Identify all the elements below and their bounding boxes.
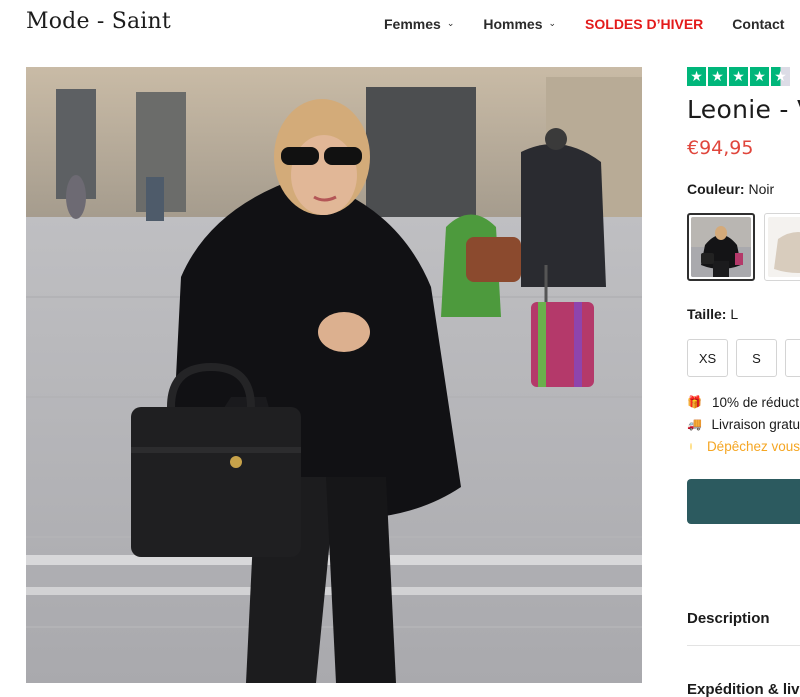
star-icon: ★ <box>729 67 748 86</box>
accordion-description-label: Description <box>687 610 770 627</box>
dot-icon <box>690 442 692 450</box>
product-info-panel: ★ ★ ★ ★ ★ Leonie - V €94,95 Couleur: Noi… <box>687 67 800 697</box>
size-s-button[interactable]: S <box>736 339 777 377</box>
color-label: Couleur: <box>687 181 745 197</box>
star-icon: ★ <box>708 67 727 86</box>
accordion-shipping[interactable]: Expédition & liv <box>687 681 800 697</box>
perk-discount: 🎁 10% de réduct <box>687 391 800 413</box>
product-main-image[interactable] <box>26 67 642 683</box>
product-price: €94,95 <box>687 137 754 159</box>
nav-contact-label: Contact <box>732 16 785 32</box>
swatch-noir-image <box>691 217 751 277</box>
color-value: Noir <box>748 181 775 197</box>
product-photo <box>26 67 642 683</box>
nav-contact[interactable]: Contact <box>732 16 784 32</box>
size-m-button[interactable] <box>785 339 800 377</box>
nav-hommes-label: Hommes <box>483 16 543 32</box>
accordion-description[interactable]: Description <box>687 610 800 646</box>
size-label: Taille: <box>687 306 727 322</box>
perk-urgency-text: Dépêchez vous <box>706 438 800 454</box>
main-nav: Femmes ⌄ Hommes ⌄ SOLDES D’HIVER Contact… <box>384 16 800 32</box>
swatch-beige[interactable] <box>764 213 800 281</box>
size-selector: XS S <box>687 339 800 377</box>
star-icon: ★ <box>750 67 769 86</box>
color-option-label: Couleur: Noir <box>687 181 800 197</box>
product-title: Leonie - V <box>687 95 800 124</box>
perk-urgency: Dépêchez vous <box>687 435 800 457</box>
perk-shipping-text: Livraison gratu <box>711 416 800 432</box>
star-icon: ★ <box>687 67 706 86</box>
site-logo[interactable]: Mode - Saint <box>26 9 171 34</box>
chevron-down-icon: ⌄ <box>548 17 557 28</box>
rating-stars: ★ ★ ★ ★ ★ <box>687 67 800 86</box>
nav-femmes[interactable]: Femmes ⌄ <box>384 16 454 32</box>
swatch-beige-image <box>768 217 800 277</box>
perk-shipping: 🚚 Livraison gratu <box>687 413 800 435</box>
site-header: Mode - Saint Femmes ⌄ Hommes ⌄ SOLDES D’… <box>0 0 800 50</box>
star-half-icon: ★ <box>771 67 790 86</box>
nav-soldes-label: SOLDES D’HIVER <box>585 16 704 32</box>
perk-discount-text: 10% de réduct <box>712 394 800 410</box>
nav-soldes[interactable]: SOLDES D’HIVER <box>585 16 703 32</box>
color-swatches <box>687 213 800 281</box>
perks-list: 🎁 10% de réduct 🚚 Livraison gratu Dépêch… <box>687 391 800 457</box>
accordion-shipping-label: Expédition & liv <box>687 681 800 697</box>
nav-femmes-label: Femmes <box>384 16 441 32</box>
size-option-label: Taille: L <box>687 306 800 322</box>
gift-icon: 🎁 <box>687 395 702 409</box>
size-value: L <box>730 306 739 322</box>
chevron-down-icon: ⌄ <box>446 17 455 28</box>
size-xs-button[interactable]: XS <box>687 339 728 377</box>
delivery-icon: 🚚 <box>687 417 702 431</box>
add-to-cart-button[interactable] <box>687 479 800 524</box>
swatch-noir[interactable] <box>687 213 755 281</box>
nav-hommes[interactable]: Hommes ⌄ <box>483 16 556 32</box>
